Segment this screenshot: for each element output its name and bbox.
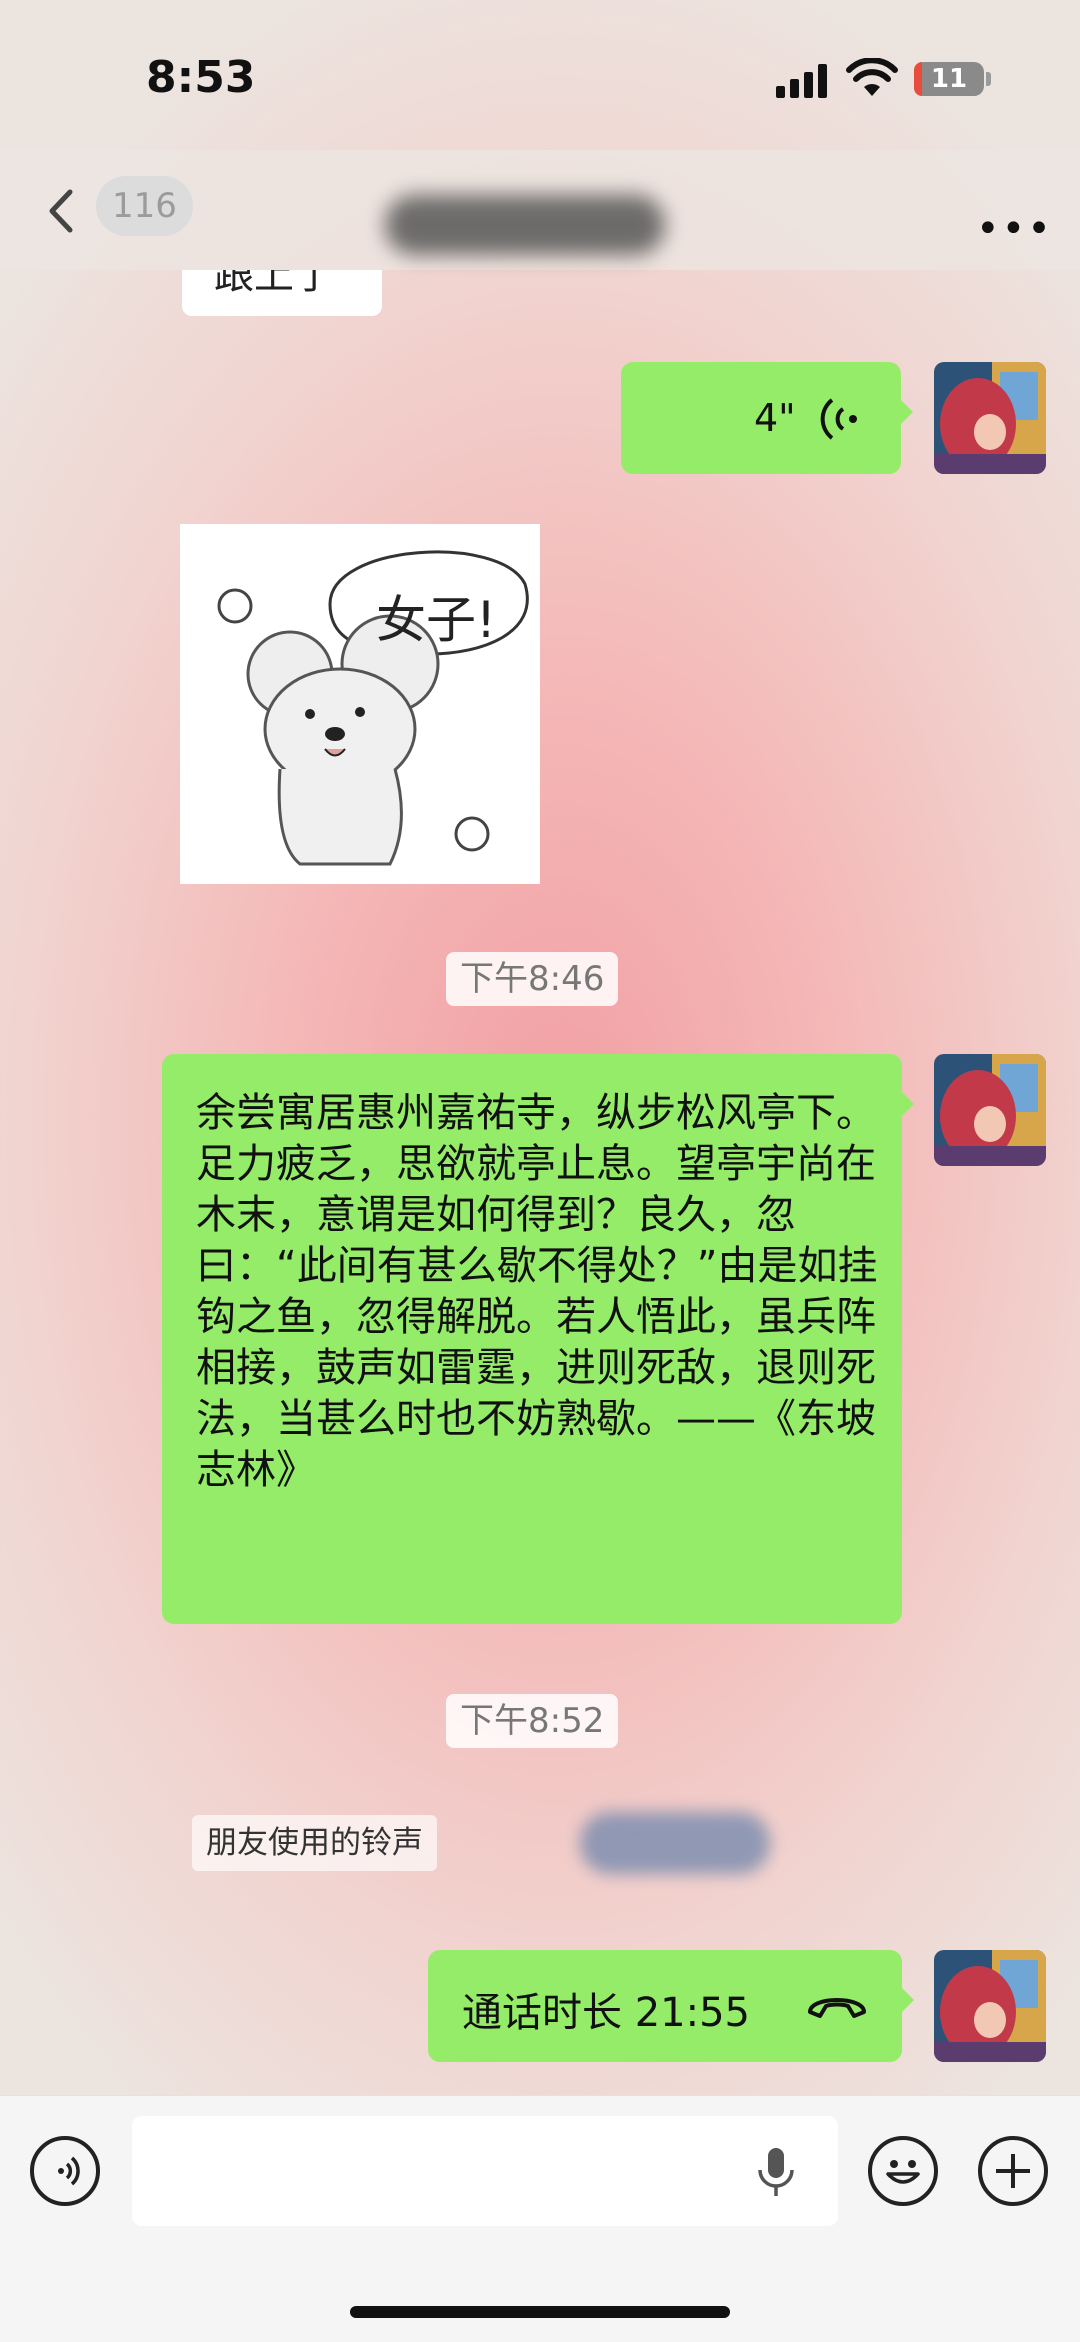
unread-count-badge[interactable]: 116 (96, 176, 193, 236)
wifi-icon (846, 58, 898, 96)
home-indicator[interactable] (350, 2306, 730, 2318)
battery-icon: 11 (914, 62, 984, 96)
my-avatar[interactable] (934, 1950, 1046, 2062)
phone-hangup-icon (808, 1998, 866, 2018)
system-notice: 朋友使用的铃声 (192, 1815, 437, 1871)
redacted-blur (580, 1812, 770, 1874)
sticker-caption: 女子! (376, 591, 497, 649)
battery-level: 11 (930, 64, 968, 94)
chat-title-redacted (385, 195, 665, 255)
emoji-icon[interactable] (868, 2136, 938, 2206)
microphone-icon[interactable] (756, 2146, 796, 2200)
my-avatar[interactable] (934, 362, 1046, 474)
voice-input-toggle-icon[interactable] (30, 2136, 100, 2206)
call-duration-label: 通话时长 21:55 (462, 1990, 750, 2036)
cell-signal-icon (776, 64, 827, 98)
voice-wave-icon (820, 398, 857, 440)
status-bar: 8:53 11 (0, 0, 1080, 150)
more-functions-plus-icon[interactable] (978, 2136, 1048, 2206)
timestamp: 下午8:52 (446, 1694, 619, 1748)
more-options-icon[interactable]: ••• (976, 206, 1053, 252)
call-duration-bubble[interactable]: 通话时长 21:55 (428, 1950, 914, 2062)
text-message-content: 余尝寓居惠州嘉祐寺，纵步松风亭下。足力疲乏，思欲就亭止息。望亭宇尚在木末，意谓是… (196, 1090, 878, 1493)
input-toolbar (0, 2095, 1080, 2342)
battery-tip (986, 72, 991, 86)
chat-header: 116 ••• (0, 150, 1080, 270)
timestamp: 下午8:46 (446, 952, 619, 1006)
back-chevron-icon[interactable] (46, 188, 76, 234)
status-time: 8:53 (146, 52, 256, 103)
voice-message-bubble[interactable]: 4" (621, 362, 913, 474)
voice-duration: 4" (754, 396, 796, 440)
sticker-image[interactable]: 女子! (180, 524, 540, 884)
my-avatar[interactable] (934, 1054, 1046, 1166)
message-input[interactable] (132, 2116, 838, 2226)
partial-message-bubble: 跟上了 (182, 270, 382, 316)
